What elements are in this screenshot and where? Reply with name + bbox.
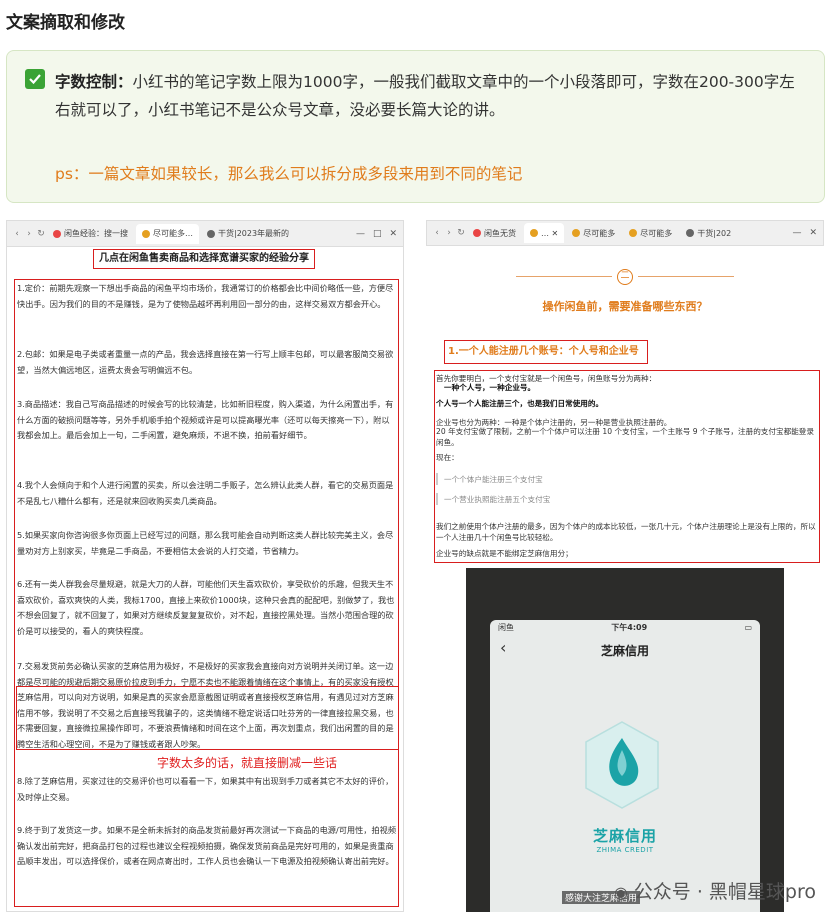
- browser-tab: 干货|202: [680, 223, 737, 243]
- minimize-icon: —: [792, 228, 802, 238]
- browser-tab-active: … ✕: [524, 223, 565, 243]
- callout-ps: ps：一篇文章如果较长，那么我么可以拆分成多段来用到不同的笔记: [55, 165, 523, 183]
- close-icon: ✕: [809, 228, 817, 238]
- phone-photo: 闲鱼 下午4:09 ▭ ‹ 芝麻信用 芝麻信用 ZHIMA CREDIT 感谢大…: [466, 568, 784, 912]
- paragraph-8: 8.除了芝麻信用，买家过往的交易评价也可以看看一下，如果其中有出现到手刀或者其它…: [17, 776, 394, 802]
- forward-icon: ›: [27, 228, 31, 239]
- back-icon: ‹: [435, 228, 439, 238]
- right-screenshot: ‹ › ↻ 闲鱼无货 … ✕ 尽可能多 尽可能多 干货|202 — ✕ 二 操作闲…: [426, 220, 824, 912]
- callout-text: 小红书的笔记字数上限为1000字，一般我们截取文章中的一个小段落即可，字数在20…: [55, 73, 795, 119]
- window-controls: — ✕: [792, 228, 823, 238]
- window-controls: — □ ✕: [356, 229, 403, 239]
- quote-bar: [436, 493, 438, 505]
- tab-favicon-icon: [530, 229, 538, 237]
- section-number: 二: [617, 269, 633, 285]
- close-icon: ✕: [389, 228, 397, 239]
- browser-tab: 干货|2023年最新的: [201, 224, 295, 244]
- browser-tab: 闲鱼无货: [467, 223, 522, 243]
- text-line: 我们之前使用个体户注册的最多，因为个体户的成本比较低，一张几十元，个体户注册理论…: [436, 522, 816, 542]
- watermark: ◉ 公众号 · 黑帽星球pro: [613, 881, 816, 903]
- refresh-icon: ↻: [457, 228, 465, 238]
- text-line: 个人号一个人能注册三个，也是我们日常使用的。: [436, 399, 604, 408]
- paragraph-4: 4.我个人会倾向于和个人进行闲置的买卖，所以会注明二手贩子，怎么辨认此类人群，看…: [17, 480, 394, 506]
- tab-favicon-icon: [473, 229, 481, 237]
- back-icon: ‹: [15, 228, 19, 239]
- minimize-icon: —: [355, 228, 365, 239]
- text-line: 一种个人号，一种企业号。: [444, 383, 536, 392]
- tip-callout: 字数控制：小红书的笔记字数上限为1000字，一般我们截取文章中的一个小段落即可，…: [6, 50, 825, 203]
- text-line: 企业号的缺点就是不能绑定芝麻信用分；: [436, 549, 573, 558]
- divider-left: [516, 276, 612, 277]
- forward-icon: ›: [447, 228, 451, 238]
- paragraph-1: 1.定价：前期先观察一下想出手商品的闲鱼平均市场价，我通常订的价格都会比中间价略…: [17, 283, 394, 309]
- browser-tab: 尽可能多: [623, 223, 678, 243]
- status-bar: 闲鱼 下午4:09 ▭: [498, 622, 752, 632]
- section-heading: 文案摘取和修改: [6, 13, 125, 33]
- browser-tab: 尽可能多: [566, 223, 621, 243]
- maximize-icon: □: [372, 228, 382, 239]
- red-inner-frame: [16, 686, 399, 750]
- brand-name: 芝麻信用: [592, 827, 657, 845]
- browser-tab-active: 尽可能多…: [136, 223, 199, 244]
- tab-favicon-icon: [629, 229, 638, 237]
- paragraph-5: 5.如果买家向你咨询很多你页面上已经写过的问题，那么我可能会自动判断这类人群比较…: [17, 530, 394, 556]
- paragraph-3: 3.商品描述：我自己写商品描述的时候会写的比较清楚，比如新旧程度，购入渠道，为什…: [17, 399, 394, 440]
- paragraph-6: 6.还有一类人群我会尽量规避，就是大刀的人群，可能他们天生喜欢砍价，享受砍价的乐…: [17, 579, 395, 636]
- red-caption: 字数太多的话，就直接删减一些话: [157, 756, 338, 770]
- quote-bar: [436, 473, 438, 485]
- divider-right: [638, 276, 734, 277]
- left-screenshot: ‹ › ↻ 闲鱼经验：搜一搜 尽可能多… 干货|2023年最新的 — □ ✕ 几点在…: [6, 220, 404, 912]
- text-line: 一个个体户能注册三个支付宝: [444, 475, 543, 484]
- phone-screen: 闲鱼 下午4:09 ▭ ‹ 芝麻信用 芝麻信用 ZHIMA CREDIT: [490, 620, 760, 912]
- callout-body: 字数控制：小红书的笔记字数上限为1000字，一般我们截取文章中的一个小段落即可，…: [55, 68, 807, 124]
- text-line: 现在：: [436, 453, 459, 462]
- refresh-icon: ↻: [37, 228, 45, 239]
- app-title: 芝麻信用: [600, 644, 649, 658]
- browser-tabbar: ‹ › ↻ 闲鱼经验：搜一搜 尽可能多… 干货|2023年最新的 — □ ✕: [7, 221, 403, 247]
- tab-favicon-icon: [53, 229, 61, 238]
- tab-favicon-icon: [207, 229, 215, 238]
- checkbox-icon: [25, 69, 45, 89]
- subheading: 1.一个人能注册几个账号：个人号和企业号: [444, 340, 648, 364]
- wechat-icon: ◉: [613, 883, 628, 902]
- brand-name-en: ZHIMA CREDIT: [596, 846, 654, 854]
- tab-favicon-icon: [572, 229, 581, 237]
- tab-favicon-icon: [142, 229, 150, 238]
- zhima-logo-icon: [585, 721, 659, 809]
- article-title: 几点在闲鱼售卖商品和选择宽谱买家的经验分享: [93, 249, 315, 269]
- tab-favicon-icon: [686, 229, 695, 237]
- browser-tab: 闲鱼经验：搜一搜: [47, 224, 134, 244]
- text-line: 20 年支付宝做了限制，之前一个个体户可以注册 10 个支付宝，一个主账号 9 …: [436, 427, 814, 447]
- text-line: 一个营业执照能注册五个支付宝: [444, 495, 551, 504]
- callout-label: 字数控制：: [55, 73, 133, 91]
- battery-icon: ▭: [744, 622, 752, 632]
- browser-tabbar: ‹ › ↻ 闲鱼无货 … ✕ 尽可能多 尽可能多 干货|202 — ✕: [426, 220, 824, 246]
- paragraph-9: 9.终于到了发货这一步。如果不是全新未拆封的商品发货前最好再次测试一下商品的电源…: [17, 825, 397, 866]
- paragraph-2: 2.包邮：如果是电子类或者重量一点的产品，我会选择直接在第一行写上顺丰包邮，可以…: [17, 349, 394, 375]
- section-title: 操作闲鱼前，需要准备哪些东西？: [542, 300, 708, 313]
